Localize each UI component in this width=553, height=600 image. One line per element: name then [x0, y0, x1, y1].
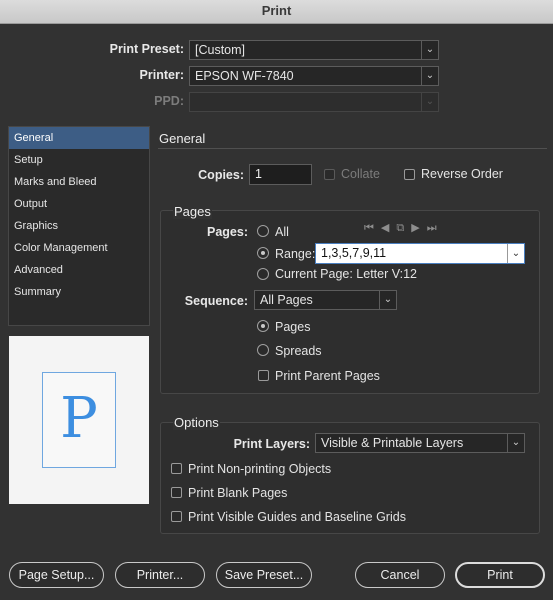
- range-value: 1,3,5,7,9,11: [321, 246, 387, 260]
- pages-option-label: Pages: [275, 320, 311, 334]
- window-title: Print: [0, 0, 553, 24]
- print-blank-pages-label: Print Blank Pages: [188, 486, 288, 500]
- print-button[interactable]: Print: [455, 562, 545, 588]
- preview-page-thumbnail: P: [42, 372, 116, 468]
- general-section-title: General: [159, 131, 206, 146]
- print-guides-checkbox[interactable]: [171, 511, 182, 522]
- spreads-label: Spreads: [275, 344, 322, 358]
- sidebar-item-setup[interactable]: Setup: [9, 149, 149, 171]
- print-nonprinting-checkbox[interactable]: [171, 463, 182, 474]
- sidebar-item-general[interactable]: General: [9, 127, 149, 149]
- print-guides-label: Print Visible Guides and Baseline Grids: [188, 510, 406, 524]
- chevron-down-icon: ⌄: [507, 244, 524, 263]
- print-preset-label: Print Preset:: [109, 42, 184, 56]
- print-blank-pages-checkbox[interactable]: [171, 487, 182, 498]
- chevron-down-icon: ⌄: [421, 67, 438, 85]
- current-page-label: Current Page: Letter V:12: [275, 267, 417, 281]
- page-preview: P: [9, 336, 149, 504]
- pages-icon[interactable]: ⧉: [396, 222, 411, 234]
- cancel-button[interactable]: Cancel: [355, 562, 445, 588]
- chevron-down-icon: ⌄: [421, 93, 438, 111]
- last-page-icon[interactable]: ⏭: [427, 222, 444, 234]
- collate-label: Collate: [341, 167, 380, 181]
- print-layers-select[interactable]: Visible & Printable Layers ⌄: [315, 433, 525, 453]
- ppd-select: ⌄: [189, 92, 439, 112]
- print-layers-value: Visible & Printable Layers: [321, 436, 464, 450]
- print-preset-select[interactable]: [Custom] ⌄: [189, 40, 439, 60]
- all-pages-label: All: [275, 225, 289, 239]
- reverse-order-label: Reverse Order: [421, 167, 503, 181]
- chevron-down-icon: ⌄: [507, 434, 524, 452]
- sidebar-item-color-management[interactable]: Color Management: [9, 237, 149, 259]
- print-parent-pages-label: Print Parent Pages: [275, 369, 380, 383]
- sequence-label: Sequence:: [184, 294, 248, 308]
- save-preset-button[interactable]: Save Preset...: [216, 562, 312, 588]
- page-navigation: ⏮◀⧉▶⏭: [364, 221, 444, 235]
- sidebar-item-summary[interactable]: Summary: [9, 281, 149, 303]
- current-page-radio[interactable]: [257, 268, 269, 280]
- ppd-label: PPD:: [154, 94, 184, 108]
- prev-page-icon[interactable]: ◀: [381, 222, 396, 234]
- pages-option-radio[interactable]: [257, 320, 269, 332]
- collate-checkbox[interactable]: [324, 169, 335, 180]
- sequence-select[interactable]: All Pages ⌄: [254, 290, 397, 310]
- sequence-value: All Pages: [260, 293, 313, 307]
- chevron-down-icon: ⌄: [421, 41, 438, 59]
- copies-input[interactable]: 1: [249, 164, 312, 185]
- options-section-title: Options: [173, 415, 220, 430]
- print-nonprinting-label: Print Non-printing Objects: [188, 462, 332, 476]
- print-parent-pages-checkbox[interactable]: [258, 370, 269, 381]
- sidebar-item-advanced[interactable]: Advanced: [9, 259, 149, 281]
- sidebar-item-output[interactable]: Output: [9, 193, 149, 215]
- copies-label: Copies:: [198, 168, 244, 182]
- printer-select[interactable]: EPSON WF-7840 ⌄: [189, 66, 439, 86]
- pages-section-title: Pages: [173, 204, 212, 219]
- sidebar-item-marks-and-bleed[interactable]: Marks and Bleed: [9, 171, 149, 193]
- section-divider: [158, 148, 547, 149]
- all-pages-radio[interactable]: [257, 225, 269, 237]
- first-page-icon[interactable]: ⏮: [364, 222, 381, 234]
- print-layers-label: Print Layers:: [233, 437, 310, 451]
- reverse-order-checkbox[interactable]: [404, 169, 415, 180]
- sidebar-item-graphics[interactable]: Graphics: [9, 215, 149, 237]
- spreads-radio[interactable]: [257, 344, 269, 356]
- sidebar: General Setup Marks and Bleed Output Gra…: [8, 126, 150, 326]
- page-setup-button[interactable]: Page Setup...: [9, 562, 104, 588]
- printer-label: Printer:: [139, 68, 184, 82]
- range-radio[interactable]: [257, 247, 269, 259]
- printer-button[interactable]: Printer...: [115, 562, 205, 588]
- print-preset-value: [Custom]: [195, 43, 246, 57]
- pages-label: Pages:: [207, 225, 248, 239]
- chevron-down-icon: ⌄: [379, 291, 396, 309]
- range-input[interactable]: 1,3,5,7,9,11 ⌄: [315, 243, 525, 264]
- printer-value: EPSON WF-7840: [195, 69, 294, 83]
- next-page-icon[interactable]: ▶: [411, 222, 426, 234]
- range-label: Range:: [275, 247, 316, 261]
